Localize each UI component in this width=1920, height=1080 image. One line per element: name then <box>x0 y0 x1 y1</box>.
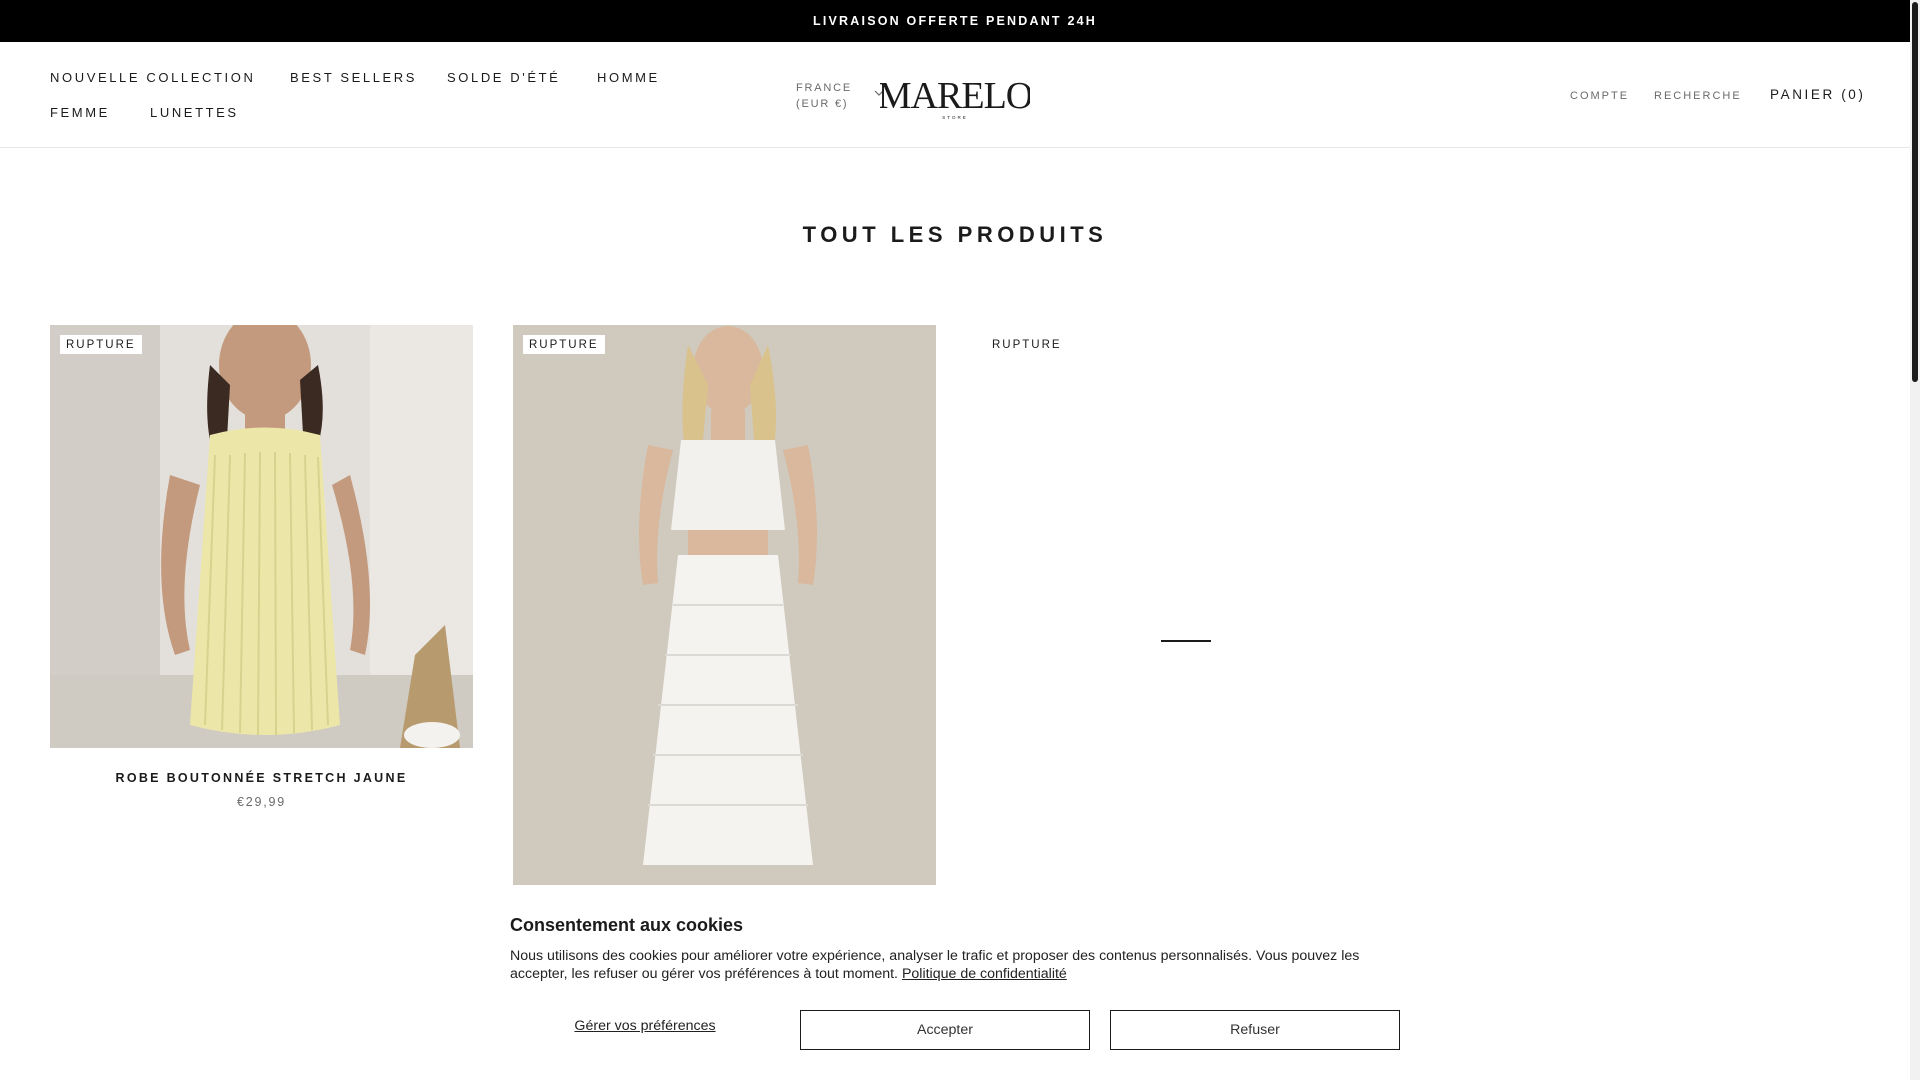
scrollbar-thumb[interactable] <box>1912 2 1918 382</box>
nav-item-lunettes[interactable]: LUNETTES <box>150 105 239 120</box>
sold-out-badge: RUPTURE <box>523 335 605 354</box>
account-link[interactable]: COMPTE <box>1570 90 1629 102</box>
logo-wordmark: MARELO <box>880 75 1030 117</box>
site-header: NOUVELLE COLLECTION BEST SELLERS SOLDE D… <box>0 42 1910 148</box>
cookie-text: Nous utilisons des cookies pour améliore… <box>510 947 1370 983</box>
page-scrollbar[interactable] <box>1910 0 1920 1080</box>
site-logo[interactable]: MARELO STORE <box>878 72 1033 122</box>
locale-country: FRANCE <box>796 82 853 94</box>
product-card[interactable]: RUPTURE <box>513 325 936 885</box>
privacy-policy-link[interactable]: Politique de confidentialité <box>902 966 1067 982</box>
manage-preferences-link[interactable]: Gérer vos préférences <box>510 1018 780 1034</box>
sold-out-badge: RUPTURE <box>986 335 1068 354</box>
announcement-text: LIVRAISON OFFERTE PENDANT 24H <box>813 14 1097 28</box>
loading-indicator <box>1161 640 1211 642</box>
product-image[interactable] <box>50 325 473 748</box>
announcement-bar: LIVRAISON OFFERTE PENDANT 24H <box>0 0 1910 42</box>
cookie-consent-banner: Consentement aux cookies Nous utilisons … <box>492 903 1412 1080</box>
nav-item-solde-ete[interactable]: SOLDE D'ÉTÉ <box>447 70 560 85</box>
product-title[interactable]: ROBE BOUTONNÉE STRETCH JAUNE <box>50 771 473 785</box>
logo-subtext: STORE <box>942 115 967 120</box>
product-card[interactable]: RUPTURE <box>976 325 1399 885</box>
page-title: TOUT LES PRODUITS <box>802 222 1108 247</box>
sold-out-badge: RUPTURE <box>60 335 142 354</box>
nav-item-best-sellers[interactable]: BEST SELLERS <box>290 70 417 85</box>
accept-cookies-button[interactable]: Accepter <box>800 1010 1090 1050</box>
refuse-cookies-button[interactable]: Refuser <box>1110 1010 1400 1050</box>
cart-link[interactable]: PANIER (0) <box>1770 87 1866 102</box>
product-image[interactable] <box>513 325 936 885</box>
nav-item-nouvelle-collection[interactable]: NOUVELLE COLLECTION <box>50 70 255 85</box>
locale-selector[interactable]: FRANCE (EUR €) <box>796 80 852 112</box>
search-link[interactable]: RECHERCHE <box>1654 90 1742 102</box>
cookie-title: Consentement aux cookies <box>510 915 744 935</box>
nav-item-femme[interactable]: FEMME <box>50 105 110 120</box>
product-card[interactable]: RUPTURE ROBE BOUTONNÉE STRETCH JAUNE €29… <box>50 325 473 815</box>
locale-currency: (EUR €) <box>796 98 849 110</box>
product-price: €29,99 <box>236 795 287 809</box>
nav-item-homme[interactable]: HOMME <box>597 70 660 85</box>
